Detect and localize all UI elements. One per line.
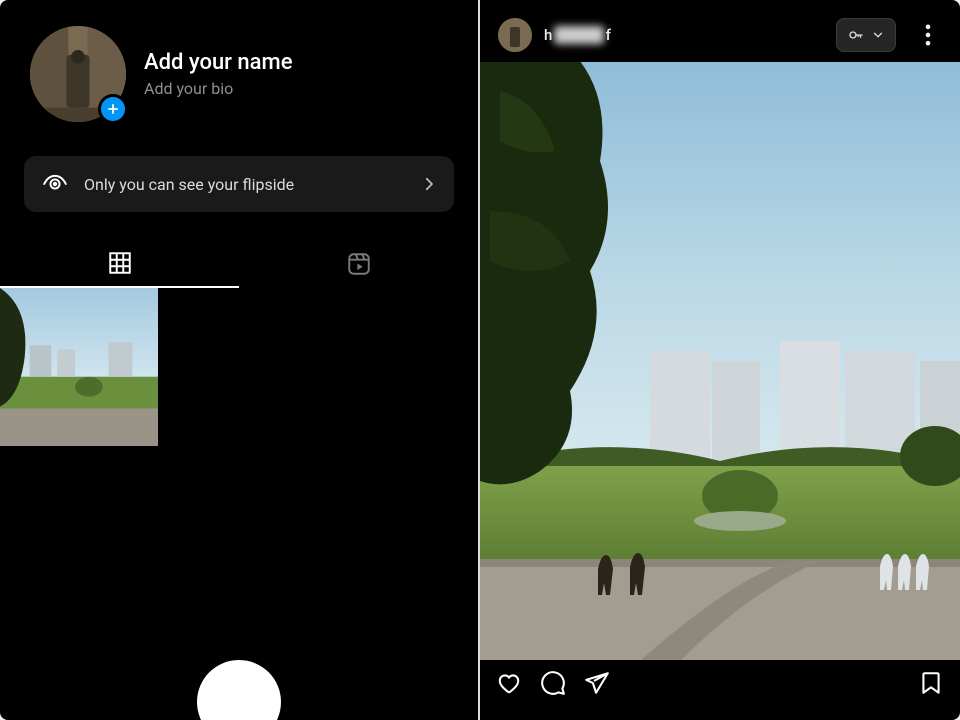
profile-header: Add your name Add your bio: [0, 0, 478, 136]
plus-icon: [106, 102, 120, 116]
posts-grid: [0, 288, 478, 446]
audience-selector-button[interactable]: [836, 18, 896, 52]
save-button[interactable]: [918, 670, 944, 700]
notice-text: Only you can see your flipside: [84, 175, 404, 194]
profile-bio-placeholder[interactable]: Add your bio: [144, 79, 292, 98]
share-button[interactable]: [584, 670, 610, 700]
more-vertical-icon: [914, 21, 942, 49]
heart-icon: [496, 670, 522, 696]
create-post-fab[interactable]: [197, 660, 281, 720]
like-button[interactable]: [496, 670, 522, 700]
grid-icon: [107, 250, 133, 276]
reels-icon: [346, 251, 372, 277]
post-author-username[interactable]: h xxxxxx f: [544, 26, 824, 44]
chevron-right-icon: [420, 175, 438, 193]
eye-icon: [42, 171, 68, 197]
profile-name-placeholder[interactable]: Add your name: [144, 50, 292, 75]
post-author-avatar[interactable]: [498, 18, 532, 52]
post-more-button[interactable]: [914, 21, 942, 49]
comment-button[interactable]: [540, 670, 566, 700]
tab-posts-grid[interactable]: [0, 240, 239, 288]
username-obscured: xxxxxx: [554, 26, 603, 44]
post-action-bar: [480, 660, 960, 700]
flipside-privacy-notice[interactable]: Only you can see your flipside: [24, 156, 454, 212]
username-suffix: f: [606, 26, 611, 44]
chevron-down-icon: [871, 28, 885, 42]
send-icon: [584, 670, 610, 696]
comment-icon: [540, 670, 566, 696]
post-image[interactable]: [480, 62, 960, 660]
avatar-container[interactable]: [30, 26, 126, 122]
profile-flipside-panel: Add your name Add your bio Only you can …: [0, 0, 480, 720]
key-icon: [847, 26, 865, 44]
bookmark-icon: [918, 670, 944, 696]
post-header: h xxxxxx f: [480, 0, 960, 62]
post-thumbnail[interactable]: [0, 288, 158, 446]
post-detail-panel: h xxxxxx f: [480, 0, 960, 720]
tab-reels[interactable]: [239, 240, 478, 288]
username-prefix: h: [544, 26, 552, 44]
add-story-badge[interactable]: [98, 94, 128, 124]
profile-tabs: [0, 240, 478, 288]
